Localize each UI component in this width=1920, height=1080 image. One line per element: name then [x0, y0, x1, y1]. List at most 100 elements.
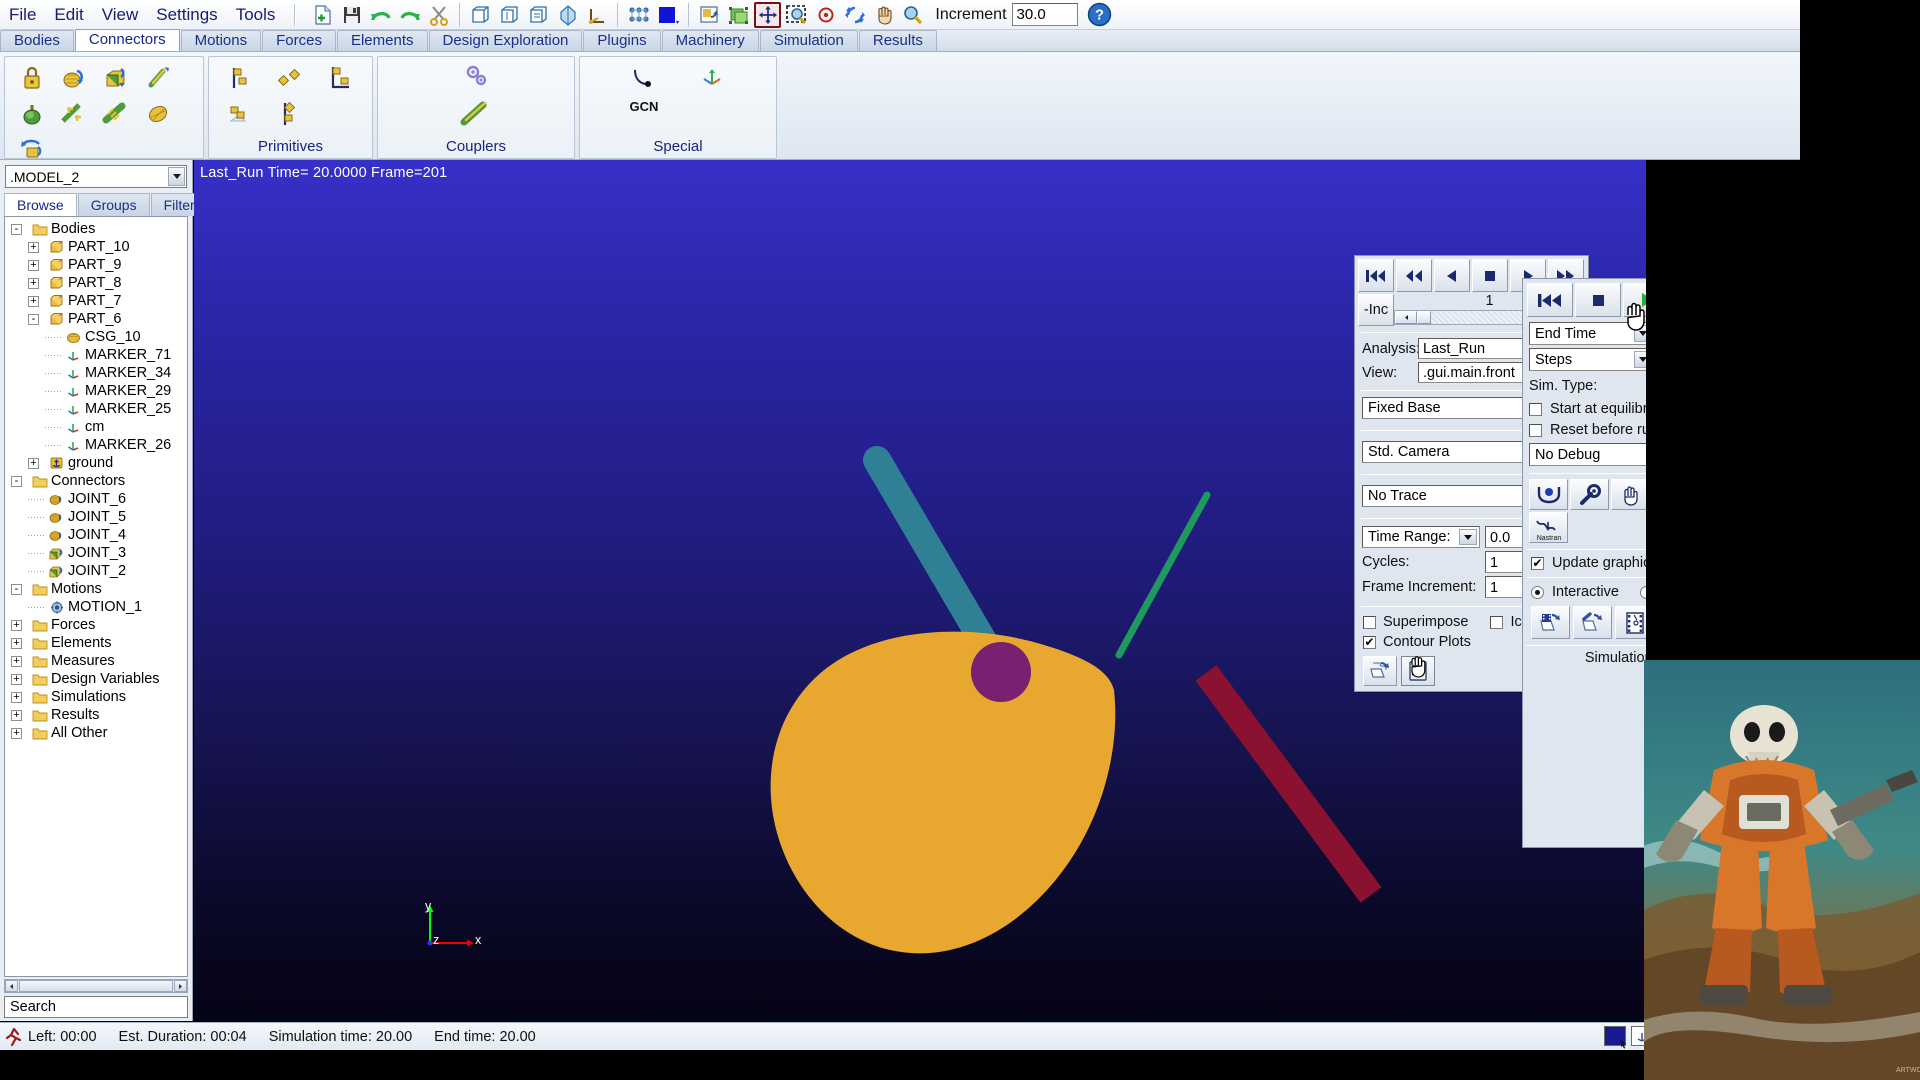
tree-item-csg-10[interactable]: CSG_10 [5, 328, 187, 346]
tree-item-cm[interactable]: cm [5, 418, 187, 436]
icons-checkbox[interactable] [1490, 615, 1504, 629]
tree-expander[interactable]: - [11, 475, 22, 487]
color-swatch-icon[interactable] [654, 2, 681, 28]
tree-item-elements[interactable]: + Elements [5, 634, 187, 652]
nastran-icon[interactable]: Nastran [1529, 512, 1568, 543]
perpendicular-primitive-icon[interactable] [315, 60, 365, 96]
grid-points-icon[interactable] [625, 2, 652, 28]
model-tree[interactable]: - Bodies + PART_10 + PART_9 + PART_8 + PART_7 - PAR… [4, 216, 188, 977]
chevron-down-icon[interactable] [1459, 529, 1477, 545]
tree-item-part-6[interactable]: - PART_6 [5, 310, 187, 328]
view-box-front-icon[interactable] [467, 2, 494, 28]
tree-item-simulations[interactable]: + Simulations [5, 688, 187, 706]
reset-before-running-checkbox[interactable] [1529, 423, 1542, 437]
contour-plots-checkbox[interactable] [1363, 635, 1376, 649]
stop-button[interactable] [1472, 259, 1508, 292]
inline-primitive-icon[interactable] [215, 96, 265, 132]
stop-simulation-button[interactable] [1575, 283, 1621, 317]
tree-item-marker-25[interactable]: MARKER_25 [5, 400, 187, 418]
tree-item-motion-1[interactable]: MOTION_1 [5, 598, 187, 616]
orientation-primitive-icon[interactable] [265, 60, 315, 96]
coupler-bar-icon[interactable] [384, 96, 568, 132]
fit-view-icon[interactable] [754, 1, 782, 28]
tab-design-exploration[interactable]: Design Exploration [428, 30, 583, 51]
tree-expander[interactable]: - [28, 313, 39, 325]
simulation-settings-button[interactable]: Simulation Settings... [1523, 646, 1646, 666]
load-animation-icon[interactable] [1363, 656, 1397, 686]
film-strip-icon[interactable] [1615, 606, 1646, 639]
tree-item-marker-29[interactable]: MARKER_29 [5, 382, 187, 400]
tab-plugins[interactable]: Plugins [583, 30, 661, 51]
step-back-button[interactable] [1434, 259, 1470, 292]
tree-horizontal-scrollbar[interactable] [4, 979, 188, 993]
tab-elements[interactable]: Elements [336, 30, 428, 51]
tree-expander[interactable]: + [11, 655, 22, 667]
tree-item-part-7[interactable]: + PART_7 [5, 292, 187, 310]
lock-joint-icon[interactable] [11, 60, 53, 96]
general-constraint-icon[interactable] [691, 60, 733, 96]
tree-expander[interactable]: + [11, 619, 22, 631]
search-input[interactable]: Search [4, 996, 188, 1018]
tree-expander[interactable]: - [11, 583, 22, 595]
menu-item-file[interactable]: File [0, 4, 45, 26]
scroll-right-button[interactable] [174, 980, 187, 992]
chevron-down-icon[interactable] [168, 167, 185, 186]
view-box-side-icon[interactable] [496, 2, 523, 28]
chevron-down-icon[interactable] [1634, 351, 1646, 368]
tree-expander[interactable]: + [11, 673, 22, 685]
decrement-increment-button[interactable]: -Inc [1358, 294, 1394, 326]
select-group-icon[interactable] [725, 2, 752, 28]
scroll-left-button[interactable] [5, 980, 18, 992]
menu-item-edit[interactable]: Edit [45, 4, 92, 26]
universal-joint-icon[interactable] [137, 96, 179, 132]
tab-simulation[interactable]: Simulation [759, 30, 858, 51]
undo-icon[interactable] [367, 2, 394, 28]
tab-motions[interactable]: Motions [180, 30, 262, 51]
tree-item-marker-34[interactable]: MARKER_34 [5, 364, 187, 382]
zoom-box-icon[interactable] [783, 2, 810, 28]
tree-expander[interactable]: + [11, 709, 22, 721]
tree-item-joint-6[interactable]: JOINT_6 [5, 490, 187, 508]
tree-item-bodies[interactable]: - Bodies [5, 220, 187, 238]
tree-expander[interactable]: + [28, 259, 39, 271]
tree-item-joint-4[interactable]: JOINT_4 [5, 526, 187, 544]
tree-expander[interactable]: + [28, 241, 39, 253]
center-target-icon[interactable] [812, 2, 839, 28]
point-curve-icon[interactable] [623, 60, 665, 96]
tree-expander[interactable]: + [11, 691, 22, 703]
tree-item-joint-3[interactable]: JOINT_3 [5, 544, 187, 562]
tree-expander[interactable]: - [11, 223, 22, 235]
screw-joint-icon[interactable] [95, 96, 137, 132]
view-box-iso-icon[interactable] [525, 2, 552, 28]
tree-item-motions[interactable]: - Motions [5, 580, 187, 598]
tab-results[interactable]: Results [858, 30, 937, 51]
tree-item-all-other[interactable]: + All Other [5, 724, 187, 742]
tree-item-part-9[interactable]: + PART_9 [5, 256, 187, 274]
tree-item-marker-71[interactable]: MARKER_71 [5, 346, 187, 364]
parallel-primitive-icon[interactable] [265, 96, 315, 132]
help-icon[interactable]: ? [1086, 2, 1113, 28]
tab-groups[interactable]: Groups [77, 193, 150, 216]
render-shaded-icon[interactable] [554, 2, 581, 28]
cylindrical-joint-icon[interactable] [137, 60, 179, 96]
new-file-icon[interactable] [309, 2, 336, 28]
pan-hand-icon[interactable] [870, 2, 897, 28]
tree-item-results[interactable]: + Results [5, 706, 187, 724]
tree-item-ground[interactable]: + ground [5, 454, 187, 472]
manual-hand-icon[interactable] [1611, 479, 1646, 510]
revolute-joint-icon[interactable] [53, 60, 95, 96]
debug-select[interactable]: No Debug [1529, 443, 1646, 466]
go-to-start-button[interactable] [1358, 259, 1394, 292]
rotate-view-icon[interactable] [841, 2, 868, 28]
tree-item-marker-26[interactable]: MARKER_26 [5, 436, 187, 454]
tab-connectors[interactable]: Connectors [74, 29, 180, 51]
reset-simulation-button[interactable] [1527, 283, 1573, 317]
scrollbar-thumb[interactable] [19, 980, 173, 992]
wrench-settings-icon[interactable] [1570, 479, 1609, 510]
spherical-joint-icon[interactable] [11, 96, 53, 132]
update-graphics-checkbox[interactable] [1531, 556, 1544, 570]
time-range-select[interactable]: Time Range: [1362, 526, 1480, 548]
planar-joint-icon[interactable] [53, 96, 95, 132]
tree-item-joint-5[interactable]: JOINT_5 [5, 508, 187, 526]
zoom-icon[interactable] [899, 2, 926, 28]
